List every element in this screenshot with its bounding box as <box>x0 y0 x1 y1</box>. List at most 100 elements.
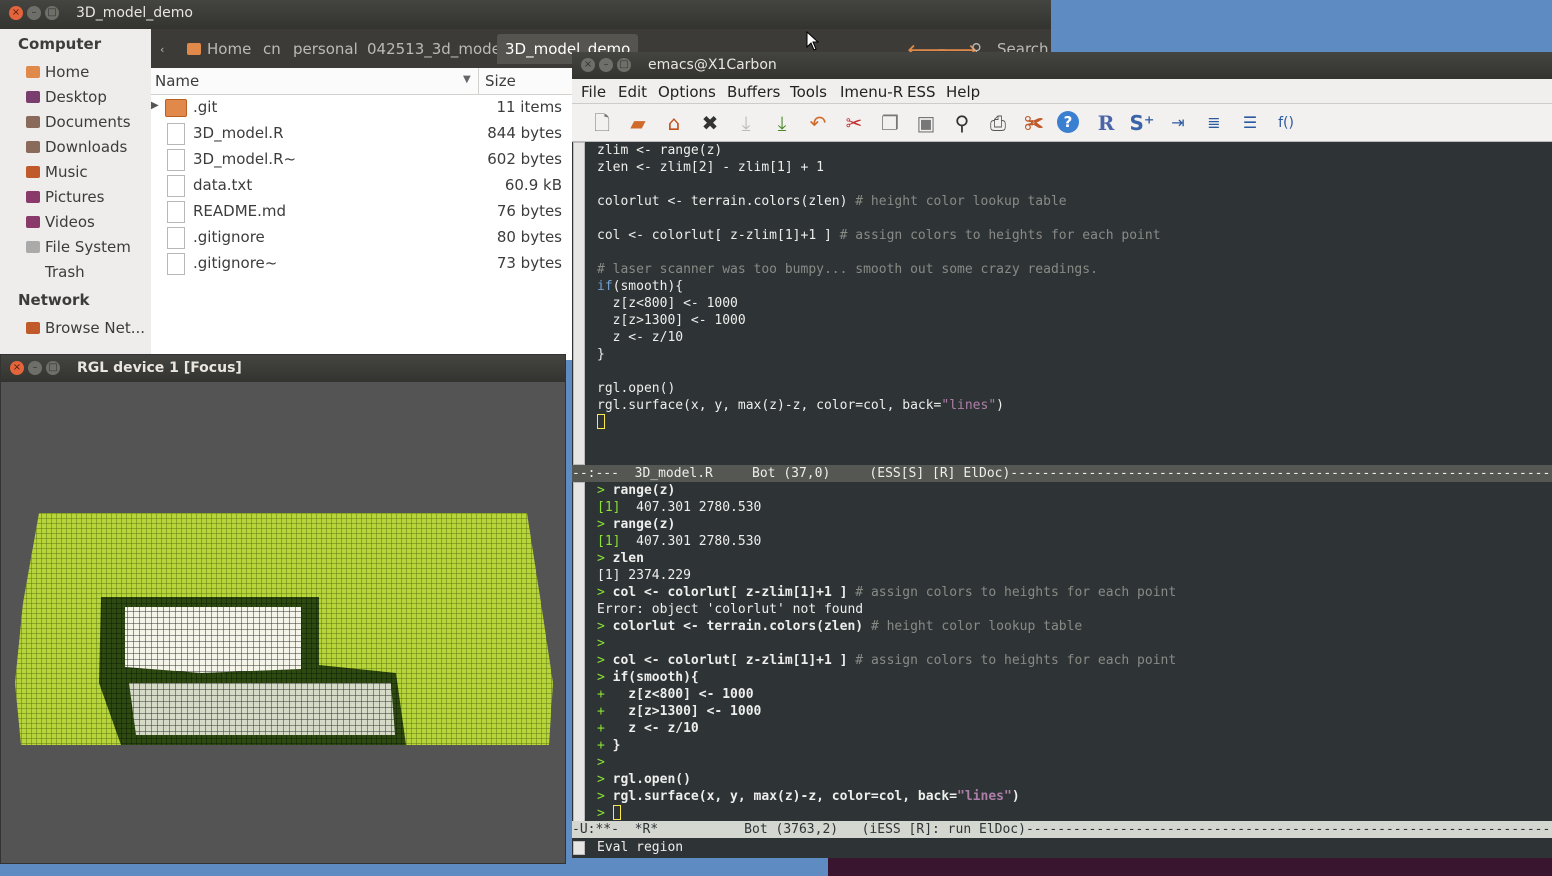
menu-buffers[interactable]: Buffers <box>727 83 780 101</box>
console-input-line[interactable]: > <box>597 805 621 822</box>
surface-highlight-region <box>125 607 301 673</box>
open-file-icon[interactable]: ▰ <box>625 111 651 135</box>
code-line: rgl.surface(x, y, max(z)-z, color=col, b… <box>597 398 1004 413</box>
sidebar-heading-computer: Computer <box>18 35 102 53</box>
home-folder-icon <box>187 43 201 55</box>
close-icon[interactable]: × <box>9 6 23 20</box>
menu-file[interactable]: File <box>581 83 606 101</box>
sidebar-item-browse-network[interactable]: Browse Net... <box>26 319 145 337</box>
print-icon[interactable]: ⎙ <box>985 111 1011 135</box>
minimize-icon[interactable]: – <box>599 58 613 72</box>
editor-mode-line[interactable]: --:--- 3D_model.R Bot (37,0) (ESS[S] [R]… <box>572 465 1552 482</box>
rgl-3d-surface[interactable] <box>1 383 565 863</box>
editor-buffer[interactable]: zlim <- range(z) zlen <- zlim[2] - zlim[… <box>572 142 1552 465</box>
file-row[interactable]: .gitignore~ 73 bytes <box>151 251 572 277</box>
eval-function-icon[interactable]: f() <box>1273 111 1299 135</box>
window-title: 3D_model_demo <box>76 5 193 21</box>
file-row[interactable]: 3D_model.R~ 602 bytes <box>151 147 572 173</box>
file-name: .gitignore <box>193 228 265 246</box>
menu-ess[interactable]: ESS <box>907 83 936 101</box>
search-icon[interactable]: ⚲ <box>949 111 975 135</box>
text-file-icon <box>167 253 185 275</box>
rgl-titlebar[interactable]: × – □ RGL device 1 [Focus] <box>1 355 565 382</box>
breadcrumb-model[interactable]: 042513_3d_model <box>367 40 505 58</box>
maximize-icon[interactable]: □ <box>46 361 60 375</box>
text-cursor <box>612 805 621 820</box>
sidebar-item-videos[interactable]: Videos <box>26 213 95 231</box>
sidebar-item-filesystem[interactable]: File System <box>26 238 131 256</box>
file-row[interactable]: .gitignore 80 bytes <box>151 225 572 251</box>
file-row-git[interactable]: ▶ .git 11 items <box>151 95 572 121</box>
save-as-icon[interactable]: ⤓ <box>769 111 795 135</box>
chevron-left-icon[interactable]: ‹ <box>160 43 164 56</box>
preferences-icon[interactable]: ✀ <box>1021 111 1047 135</box>
file-list[interactable]: Name ▼ Size ▶ .git 11 items 3D_model.R 8… <box>151 68 572 360</box>
code-line: z[z<800] <- 1000 <box>597 296 738 311</box>
menu-options[interactable]: Options <box>658 83 716 101</box>
menu-edit[interactable]: Edit <box>618 83 647 101</box>
minimize-icon[interactable]: – <box>27 6 41 20</box>
new-file-icon[interactable]: 🗋 <box>589 111 615 135</box>
sidebar-item-home[interactable]: Home <box>26 63 89 81</box>
sidebar-item-desktop[interactable]: Desktop <box>26 88 107 106</box>
code-line: zlen <- zlim[2] - zlim[1] + 1 <box>597 160 824 175</box>
menu-help[interactable]: Help <box>946 83 980 101</box>
maximize-icon[interactable]: □ <box>617 58 631 72</box>
file-row[interactable]: data.txt 60.9 kB <box>151 173 572 199</box>
code-line: col <- colorlut[ z-zlim[1]+1 ] # assign … <box>597 228 1161 243</box>
close-icon[interactable]: ✖ <box>697 111 723 135</box>
emacs-window[interactable]: × – □ emacs@X1Carbon File Edit Options Buf… <box>572 52 1552 858</box>
pictures-icon <box>26 191 40 203</box>
file-row[interactable]: 3D_model.R 844 bytes <box>151 121 572 147</box>
file-manager-titlebar[interactable]: × – □ 3D_model_demo <box>0 0 1051 29</box>
close-icon[interactable]: × <box>581 58 595 72</box>
breadcrumb-cn[interactable]: cn <box>263 40 281 58</box>
minimize-icon[interactable]: – <box>28 361 42 375</box>
menu-tools[interactable]: Tools <box>790 83 827 101</box>
sidebar-item-downloads[interactable]: Downloads <box>26 138 127 156</box>
console-line: [1] 407.301 2780.530 <box>597 534 762 549</box>
console-prompt: > <box>597 755 605 770</box>
column-header-name[interactable]: Name <box>155 72 199 90</box>
eval-buffer-icon[interactable]: ☰ <box>1237 111 1263 135</box>
echo-scrollbar[interactable] <box>573 841 585 855</box>
console-line: + } <box>597 738 621 753</box>
menu-imenu-r[interactable]: Imenu-R <box>840 83 903 101</box>
undo-icon[interactable]: ↶ <box>805 111 831 135</box>
maximize-icon[interactable]: □ <box>45 6 59 20</box>
paste-icon[interactable]: ▣ <box>913 111 939 135</box>
console-line: > rgl.surface(x, y, max(z)-z, color=col,… <box>597 789 1020 804</box>
breadcrumb-home[interactable]: Home <box>187 40 251 58</box>
sidebar-item-pictures[interactable]: Pictures <box>26 188 104 206</box>
rgl-device-window[interactable]: × – □ RGL device 1 [Focus] <box>0 354 566 864</box>
dired-icon[interactable]: ⌂ <box>661 111 687 135</box>
r-icon[interactable]: R <box>1093 111 1119 135</box>
r-console-buffer[interactable]: > range(z) [1] 407.301 2780.530 > range(… <box>572 482 1552 829</box>
console-scrollbar[interactable] <box>573 482 585 829</box>
save-icon[interactable]: ⤓ <box>733 111 759 135</box>
file-row[interactable]: README.md 76 bytes <box>151 199 572 225</box>
emacs-titlebar[interactable]: × – □ emacs@X1Carbon <box>572 52 1552 79</box>
console-line: > col <- colorlut[ z-zlim[1]+1 ] # assig… <box>597 585 1177 600</box>
console-error: Error: object 'colorlut' not found <box>597 602 864 617</box>
copy-icon[interactable]: ❐ <box>877 111 903 135</box>
editor-scrollbar[interactable] <box>573 142 585 465</box>
breadcrumb-personal[interactable]: personal <box>293 40 358 58</box>
text-cursor <box>597 414 605 431</box>
eval-line-icon[interactable]: ⇥ <box>1165 111 1191 135</box>
file-list-header: Name ▼ Size <box>151 68 572 95</box>
sidebar-item-documents[interactable]: Documents <box>26 113 131 131</box>
close-icon[interactable]: × <box>10 361 24 375</box>
help-icon[interactable]: ? <box>1057 111 1079 133</box>
console-mode-line[interactable]: -U:**- *R* Bot (3763,2) (iESS [R]: run E… <box>572 821 1552 838</box>
sidebar-item-trash[interactable]: Trash <box>26 263 85 281</box>
expand-arrow-icon[interactable]: ▶ <box>151 100 159 111</box>
splus-icon[interactable]: S⁺ <box>1129 111 1155 135</box>
console-line: > if(smooth){ <box>597 670 699 685</box>
column-header-size[interactable]: Size <box>485 72 516 90</box>
cut-icon[interactable]: ✂ <box>841 111 867 135</box>
videos-icon <box>26 216 40 228</box>
eval-region-icon[interactable]: ≣ <box>1201 111 1227 135</box>
sidebar-item-music[interactable]: Music <box>26 163 88 181</box>
documents-icon <box>26 116 40 128</box>
